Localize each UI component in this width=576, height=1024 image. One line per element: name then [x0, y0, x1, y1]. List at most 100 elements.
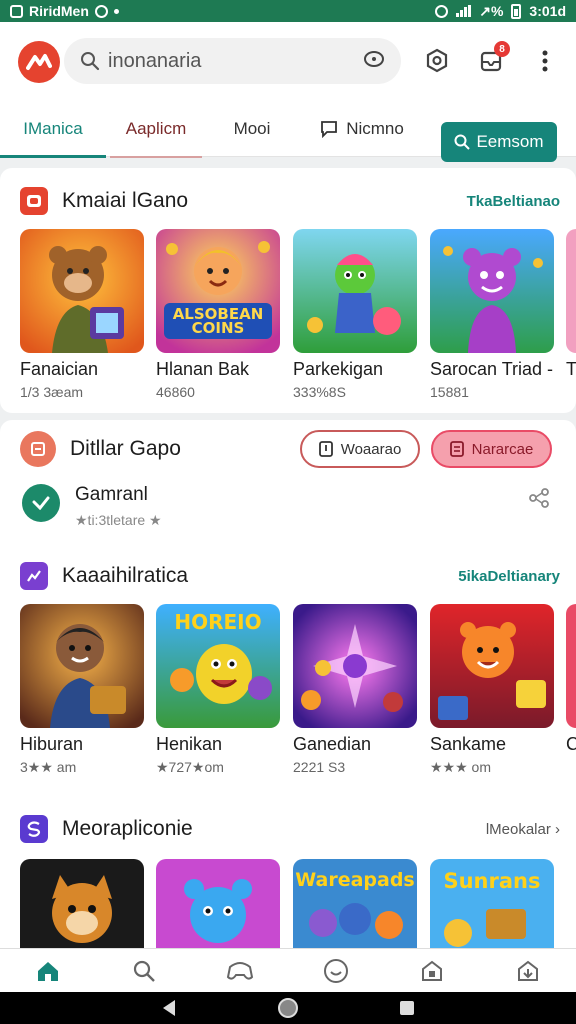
search-bar[interactable]: [64, 38, 401, 84]
game-thumbnail-sunrans: Sunrans: [430, 859, 554, 949]
download-icon: [518, 960, 538, 981]
game-name: Hiburan: [20, 734, 84, 754]
game-meta: 46860: [156, 384, 195, 400]
search-action-button[interactable]: Eemsom: [441, 122, 557, 162]
tab-active-indicator: [0, 155, 106, 158]
tab-mooi[interactable]: Mooi: [222, 100, 282, 157]
see-all-link[interactable]: lMeokalar ›: [486, 821, 560, 838]
nav-downloads[interactable]: [480, 949, 576, 992]
section-header: Kaaaihilratica 5ikaDeltianary: [20, 561, 560, 591]
section-daily: Ditllar Gapo Woaarao Nararcae Gamranl ★t…: [0, 420, 576, 960]
check-badge-icon: [22, 484, 60, 522]
app-logo[interactable]: [18, 41, 60, 83]
recents-icon[interactable]: [399, 1000, 415, 1016]
game-card[interactable]: Hiburan 3★★ am: [20, 604, 144, 776]
game-thumbnail-boy: [20, 604, 144, 728]
overflow-menu-icon[interactable]: [530, 46, 560, 76]
home-button-icon[interactable]: [277, 997, 299, 1019]
game-card[interactable]: [20, 859, 144, 949]
game-name: T: [566, 359, 576, 379]
signal-icon: [456, 5, 472, 17]
section-title: Kaaaihilratica: [62, 564, 189, 587]
game-card[interactable]: Sarocan Triad - 15881: [430, 229, 554, 400]
home-icon: [38, 961, 58, 981]
game-meta: 15881: [430, 384, 469, 400]
nav-library[interactable]: [384, 949, 480, 992]
nav-activity[interactable]: [288, 949, 384, 992]
game-meta: ★★★ om: [430, 759, 491, 775]
tab-nicmno[interactable]: Nicmno: [312, 100, 412, 157]
search-input[interactable]: [108, 49, 358, 73]
chat-notification-icon: [94, 4, 108, 18]
settings-icon[interactable]: [422, 46, 452, 76]
game-row: Hiburan 3★★ am HOREIO Henikan ★727★om Ga…: [20, 604, 576, 794]
tab-label: Nicmno: [346, 118, 404, 138]
search-icon: [454, 134, 471, 150]
game-card[interactable]: Wareapads: [293, 859, 417, 949]
tab-label: Aaplicm: [125, 118, 187, 138]
game-card[interactable]: Ganedian 2221 S3: [293, 604, 417, 775]
game-card[interactable]: Fanaician 1/3 3æam: [20, 229, 144, 400]
tab-label: Mooi: [233, 118, 271, 138]
game-card-partial[interactable]: C: [566, 604, 576, 755]
game-name: Parkekigan: [293, 359, 384, 379]
game-card[interactable]: [156, 859, 280, 949]
notification-badge: 8: [494, 41, 510, 57]
game-name: C: [566, 734, 576, 754]
outline-action-button[interactable]: Woaarao: [300, 430, 420, 468]
game-card[interactable]: Parkekigan 333%8S: [293, 229, 417, 400]
section-title: Meorapliconie: [62, 817, 193, 840]
game-card-partial[interactable]: T: [566, 229, 576, 380]
game-name: Hlanan Bak: [156, 359, 250, 379]
game-meta: 1/3 3æam: [20, 384, 84, 400]
game-name: Henikan: [156, 734, 223, 754]
section-featured: Kmaiai lGano TkaBeltianao Fanaician 1/3 …: [0, 168, 576, 413]
library-icon: [422, 960, 442, 981]
notifications-icon[interactable]: 8: [476, 41, 510, 76]
game-meta: 3★★ am: [20, 759, 77, 775]
section-title: Ditllar Gapo: [70, 437, 181, 460]
tab-manica[interactable]: IManica: [0, 100, 106, 158]
back-icon[interactable]: [161, 999, 177, 1017]
game-thumbnail-partial: [566, 229, 576, 353]
section-header: Meorapliconie lMeokalar ›: [20, 814, 560, 844]
section-title: Kmaiai lGano: [62, 189, 189, 212]
game-card[interactable]: ALSOBEAN COINS Hlanan Bak 46860: [156, 229, 280, 400]
nav-home[interactable]: [0, 949, 96, 992]
section-header: Kmaiai lGano TkaBeltianao: [20, 186, 560, 216]
bottom-navigation: [0, 948, 576, 992]
battery-icon: [511, 3, 522, 19]
gamepad-icon: [226, 961, 254, 980]
section-recommended-icon: [20, 815, 48, 843]
tab-bar: IManica Aaplicm Mooi Nicmno Eemsom: [0, 100, 576, 162]
game-meta: 333%8S: [293, 384, 346, 400]
smiley-icon: [324, 958, 348, 983]
tab-secondary-indicator: [110, 156, 202, 158]
nav-search[interactable]: [96, 949, 192, 992]
search-action-label: Eemsom: [476, 132, 544, 151]
tab-aaplicm[interactable]: Aaplicm: [110, 100, 202, 158]
tab-label: IManica: [23, 118, 83, 138]
game-name: Fanaician: [20, 359, 99, 379]
nav-games[interactable]: [192, 949, 288, 992]
alarm-icon: [435, 4, 449, 18]
game-thumbnail-yellow-monster: HOREIO: [156, 604, 280, 728]
game-card[interactable]: Sankame ★★★ om: [430, 604, 554, 776]
list-item[interactable]: Gamranl ★ti:3tletare ★: [20, 480, 556, 536]
clock: 3:01d: [529, 3, 566, 19]
game-thumbnail-green-hero: [293, 229, 417, 353]
app-header: 8 IManica Aaplicm Mooi Nicmno Eemsom: [0, 22, 576, 162]
pink-action-button[interactable]: Nararcae: [431, 430, 552, 468]
game-thumbnail-partial: [566, 604, 576, 728]
see-all-link[interactable]: TkaBeltianao: [467, 193, 560, 210]
game-card[interactable]: HOREIO Henikan ★727★om: [156, 604, 280, 776]
game-card[interactable]: Sunrans: [430, 859, 554, 949]
game-thumbnail-bear: [20, 229, 144, 353]
game-row: Fanaician 1/3 3æam ALSOBEAN COINS Hlanan…: [20, 229, 576, 419]
game-thumbnail-orange-bear: [430, 604, 554, 728]
list-item-title: Gamranl: [75, 484, 148, 505]
share-icon[interactable]: [528, 488, 550, 513]
voice-search-icon[interactable]: [363, 49, 385, 74]
game-name: Ganedian: [293, 734, 372, 754]
see-all-link[interactable]: 5ikaDeltianary: [458, 568, 560, 585]
